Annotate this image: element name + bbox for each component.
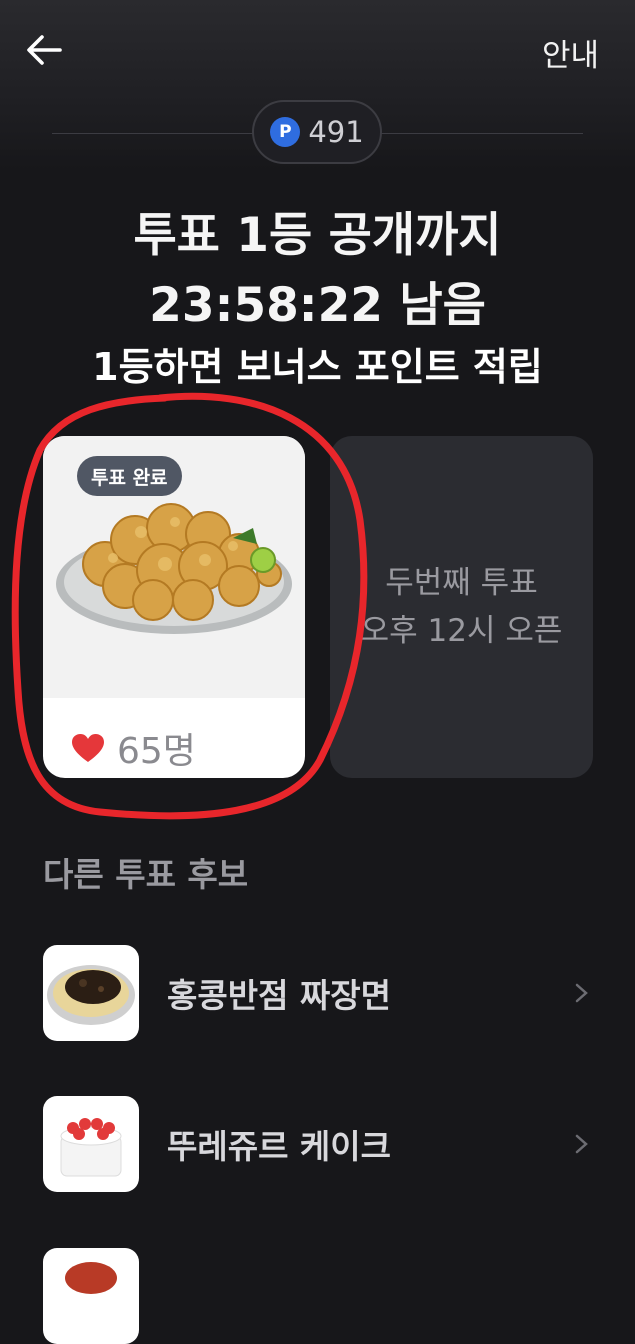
second-vote-card: 두번째 투표 오후 12시 오픈 xyxy=(330,436,593,778)
second-vote-open-time: 오후 12시 오픈 xyxy=(360,613,563,649)
jajangmyeon-image xyxy=(43,945,139,1041)
list-item[interactable]: 뚜레쥬르 케이크 xyxy=(43,1096,593,1192)
candidate-name: 뚜레쥬르 케이크 xyxy=(167,1127,392,1166)
voted-item-card[interactable]: 투표 완료 65명 xyxy=(43,436,305,778)
likes-count: 65명 xyxy=(117,731,196,772)
vote-done-badge: 투표 완료 xyxy=(77,456,182,496)
point-icon: P xyxy=(270,117,301,147)
countdown-timer: 23:58:22 남음 xyxy=(149,278,486,333)
chevron-right-icon xyxy=(575,983,588,1003)
points-pill: P 491 xyxy=(252,100,382,164)
countdown-title: 투표 1등 공개까지 xyxy=(133,208,502,263)
food-image xyxy=(43,1248,139,1344)
chevron-right-icon xyxy=(575,1134,588,1154)
cake-image xyxy=(43,1096,139,1192)
back-arrow-icon[interactable] xyxy=(22,28,66,72)
likes-row: 65명 xyxy=(71,722,196,774)
points-value: 491 xyxy=(308,115,364,149)
heart-icon xyxy=(72,734,104,762)
second-vote-title: 두번째 투표 xyxy=(385,565,538,601)
list-item[interactable] xyxy=(43,1248,593,1344)
section-title: 다른 투표 후보 xyxy=(43,855,249,894)
bonus-subtitle: 1등하면 보너스 포인트 적립 xyxy=(92,345,543,389)
guide-button[interactable]: 안내 xyxy=(542,30,599,75)
candidate-name: 홍콩반점 짜장면 xyxy=(167,976,392,1015)
list-item[interactable]: 홍콩반점 짜장면 xyxy=(43,945,593,1041)
